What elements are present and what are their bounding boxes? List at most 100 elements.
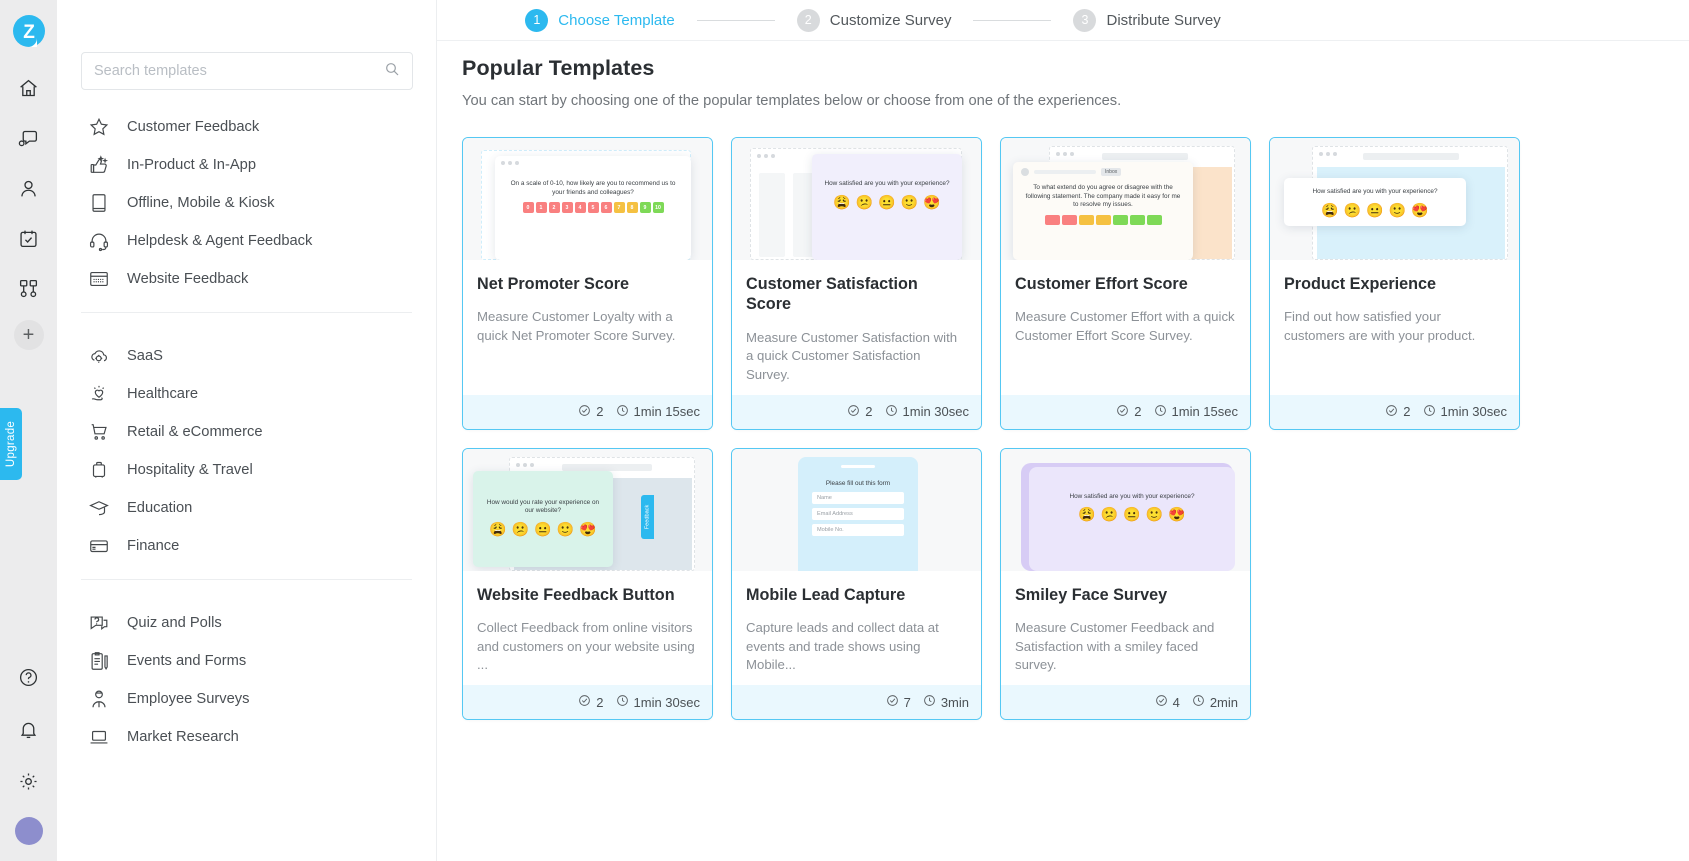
graduation-cap-icon bbox=[87, 496, 111, 520]
sidebar-item-website-feedback[interactable]: Website Feedback bbox=[81, 260, 412, 298]
sidebar-group-experiences: Customer Feedback In-Product & In-App Of… bbox=[81, 90, 412, 298]
add-button[interactable]: + bbox=[13, 320, 44, 350]
sidebar-group-other: Quiz and Polls Events and Forms Employee… bbox=[81, 586, 412, 756]
card-description: Measure Customer Satisfaction with a qui… bbox=[746, 329, 958, 382]
check-circle-icon bbox=[1385, 404, 1398, 420]
template-card-customer-effort-score[interactable]: Inbox To what extend do you agree or dis… bbox=[1000, 137, 1251, 430]
sidebar-item-offline-mobile-kiosk[interactable]: Offline, Mobile & Kiosk bbox=[81, 184, 412, 222]
card-description: Measure Customer Loyalty with a quick Ne… bbox=[477, 309, 676, 343]
home-icon[interactable] bbox=[13, 72, 45, 104]
duration-value: 3min bbox=[940, 694, 969, 710]
step-distribute-survey[interactable]: 3 Distribute Survey bbox=[1073, 8, 1221, 32]
sidebar-item-label: Education bbox=[127, 500, 193, 516]
sidebar-item-label: Finance bbox=[127, 538, 180, 554]
app-logo[interactable]: Z bbox=[10, 12, 48, 50]
avatar[interactable] bbox=[14, 817, 43, 845]
sidebar-item-healthcare[interactable]: Healthcare bbox=[81, 375, 412, 413]
card-description: Measure Customer Feedback and Satisfacti… bbox=[1015, 619, 1215, 673]
clock-icon bbox=[616, 694, 629, 710]
sidebar-item-finance[interactable]: Finance bbox=[81, 527, 412, 565]
step-number: 2 bbox=[796, 8, 820, 32]
workflow-icon[interactable] bbox=[13, 272, 45, 304]
card-footer: 2 1min 30sec bbox=[463, 685, 712, 720]
sidebar-item-in-product-in-app[interactable]: In-Product & In-App bbox=[81, 146, 412, 184]
duration: 1min 30sec bbox=[885, 404, 969, 420]
template-card-net-promoter-score[interactable]: On a scale of 0-10, how likely are you t… bbox=[462, 137, 713, 430]
step-number: 1 bbox=[525, 8, 549, 32]
preview-question: How would you rate your experience on ou… bbox=[486, 498, 600, 515]
questions-count: 2 bbox=[1116, 404, 1142, 420]
sidebar-item-helpdesk-agent-feedback[interactable]: Helpdesk & Agent Feedback bbox=[81, 222, 412, 260]
search-box[interactable] bbox=[81, 52, 413, 90]
sidebar-item-label: Events and Forms bbox=[127, 653, 247, 669]
upgrade-button[interactable]: Upgrade bbox=[0, 408, 22, 480]
template-card-mobile-lead-capture[interactable]: Please fill out this form Name Email Add… bbox=[731, 447, 982, 721]
check-circle-icon bbox=[1116, 404, 1129, 420]
browser-window-icon bbox=[87, 267, 111, 291]
card-description: Capture leads and collect data at events… bbox=[746, 619, 939, 673]
emoji-scale: 😩 😕 😐 🙂 😍 bbox=[1078, 506, 1186, 523]
question-chat-icon bbox=[87, 611, 111, 635]
sidebar-item-events-and-forms[interactable]: Events and Forms bbox=[81, 642, 412, 680]
template-card-customer-satisfaction-score[interactable]: How satisfied are you with your experien… bbox=[731, 137, 982, 430]
star-icon bbox=[87, 115, 111, 139]
tablet-icon bbox=[87, 191, 111, 215]
stepper: 1 Choose Template 2 Customize Survey 3 D… bbox=[525, 8, 1221, 32]
mobile-field[interactable]: Mobile No. bbox=[812, 524, 904, 537]
sidebar-item-saas[interactable]: SaaS bbox=[81, 337, 412, 375]
feedback-chat-icon[interactable] bbox=[13, 122, 45, 154]
settings-gear-icon[interactable] bbox=[13, 765, 45, 797]
card-title: Net Promoter Score bbox=[477, 275, 630, 293]
step-customize-survey[interactable]: 2 Customize Survey bbox=[796, 8, 951, 32]
questions-count: 2 bbox=[1385, 404, 1411, 420]
sidebar-item-label: SaaS bbox=[127, 348, 163, 364]
duration-value: 2min bbox=[1209, 694, 1238, 710]
sidebar-item-label: Website Feedback bbox=[127, 271, 249, 287]
stepper-bar: 1 Choose Template 2 Customize Survey 3 D… bbox=[437, 0, 1689, 41]
sidebar-item-label: Offline, Mobile & Kiosk bbox=[127, 195, 275, 211]
search-wrapper bbox=[81, 0, 413, 90]
sidebar-item-label: Hospitality & Travel bbox=[127, 462, 253, 478]
step-connector bbox=[973, 19, 1052, 21]
template-card-website-feedback-button[interactable]: Feedback How would you rate your experie… bbox=[462, 447, 713, 721]
notifications-bell-icon[interactable] bbox=[13, 713, 45, 745]
sidebar-item-employee-surveys[interactable]: Employee Surveys bbox=[81, 680, 412, 718]
preview-question: On a scale of 0-10, how likely are you t… bbox=[510, 180, 676, 196]
step-choose-template[interactable]: 1 Choose Template bbox=[525, 8, 675, 32]
email-field[interactable]: Email Address bbox=[812, 508, 904, 521]
shopping-cart-icon bbox=[87, 420, 111, 444]
card-preview: How satisfied are you with your experien… bbox=[732, 138, 981, 260]
sidebar-item-market-research[interactable]: Market Research bbox=[81, 718, 412, 756]
card-preview: Inbox To what extend do you agree or dis… bbox=[1001, 138, 1250, 260]
card-preview: On a scale of 0-10, how likely are you t… bbox=[463, 138, 712, 260]
sidebar-item-quiz-and-polls[interactable]: Quiz and Polls bbox=[81, 604, 412, 642]
search-input[interactable] bbox=[94, 63, 384, 79]
check-circle-icon bbox=[578, 694, 591, 710]
questions-count: 2 bbox=[847, 404, 873, 420]
sidebar-item-label: Healthcare bbox=[127, 386, 199, 402]
template-card-smiley-face-survey[interactable]: How satisfied are you with your experien… bbox=[1000, 447, 1251, 721]
card-title: Customer Effort Score bbox=[1015, 275, 1188, 293]
templates-content: Popular Templates You can start by choos… bbox=[437, 0, 1689, 721]
sidebar-item-label: Helpdesk & Agent Feedback bbox=[127, 233, 313, 249]
card-preview: Feedback How would you rate your experie… bbox=[463, 448, 712, 571]
name-field[interactable]: Name bbox=[812, 492, 904, 505]
help-icon[interactable] bbox=[13, 661, 45, 693]
card-body: Mobile Lead Capture Capture leads and co… bbox=[732, 571, 981, 685]
contacts-user-icon[interactable] bbox=[13, 172, 45, 204]
card-description: Measure Customer Effort with a quick Cus… bbox=[1015, 309, 1235, 343]
feedback-tab[interactable]: Feedback bbox=[641, 494, 654, 539]
questions-value: 7 bbox=[903, 694, 911, 710]
preview-question: How satisfied are you with your experien… bbox=[1069, 492, 1195, 500]
calendar-check-icon[interactable] bbox=[13, 222, 45, 254]
template-card-product-experience[interactable]: How satisfied are you with your experien… bbox=[1269, 137, 1520, 430]
sidebar-item-education[interactable]: Education bbox=[81, 489, 412, 527]
duration-value: 1min 30sec bbox=[633, 694, 700, 710]
app-root: Z + Upgrade Search templates Customer Fe… bbox=[0, 0, 1689, 861]
rail-bottom-icons bbox=[0, 661, 57, 845]
card-preview: How satisfied are you with your experien… bbox=[1001, 448, 1250, 571]
sidebar-item-customer-feedback[interactable]: Customer Feedback bbox=[81, 108, 412, 146]
sidebar-item-hospitality-travel[interactable]: Hospitality & Travel bbox=[81, 451, 412, 489]
questions-value: 2 bbox=[865, 404, 873, 420]
sidebar-item-retail-ecommerce[interactable]: Retail & eCommerce bbox=[81, 413, 412, 451]
